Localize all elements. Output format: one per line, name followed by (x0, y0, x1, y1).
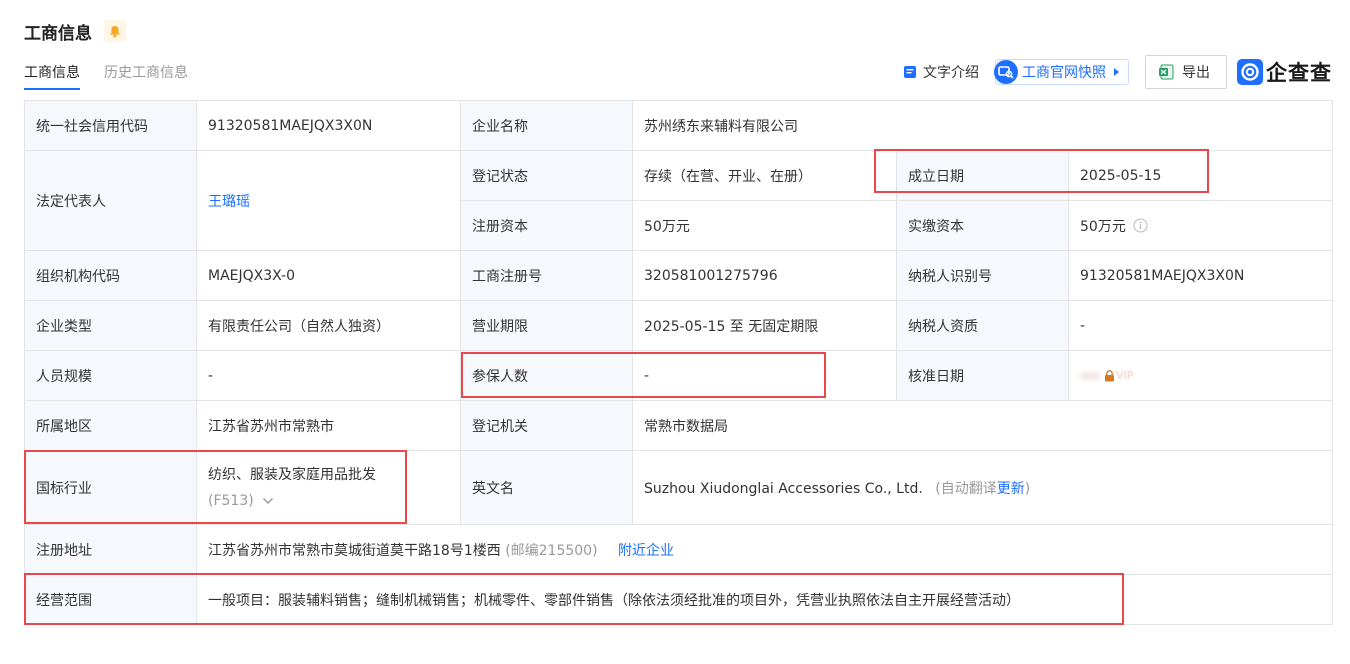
excel-icon (1159, 64, 1174, 80)
ent-type-value: 有限责任公司（自然人独资） (196, 300, 461, 351)
credit-code-value: 91320581MAEJQX3X0N (196, 100, 461, 151)
org-code-value: MAEJQX3X-0 (196, 250, 461, 301)
scope-label: 经营范围 (24, 574, 197, 625)
org-code-label: 组织机构代码 (24, 250, 197, 301)
toolbar: 文字介绍 工商官网快照 导出 企查查 (887, 55, 1332, 89)
taxpayer-id-label: 纳税人识别号 (896, 250, 1069, 301)
document-icon (904, 66, 916, 78)
industry-cell: 纺织、服装及家庭用品批发 (F513) (196, 450, 461, 525)
bell-icon[interactable] (104, 20, 126, 42)
reg-capital-label: 注册资本 (460, 200, 633, 251)
biz-term-label: 营业期限 (460, 300, 633, 351)
table-row: 组织机构代码 MAEJQX3X-0 工商注册号 320581001275796 … (24, 250, 1333, 301)
scope-value: 一般项目：服装辅料销售；缝制机械销售；机械零件、零部件销售（除依法须经批准的项目… (196, 574, 1333, 625)
tab-bar: 工商信息 历史工商信息 (24, 62, 212, 90)
paid-capital-value: 50万元 (1080, 218, 1126, 235)
table-row: 注册地址 江苏省苏州市常熟市莫城街道莫干路18号1楼西 (邮编215500) 附… (24, 524, 1333, 575)
chevron-down-icon (263, 497, 274, 504)
info-icon[interactable] (1133, 218, 1148, 233)
industry-code: (F513) (208, 492, 254, 509)
address-value: 江苏省苏州市常熟市莫城街道莫干路18号1楼西 (208, 542, 501, 559)
industry-label: 国标行业 (24, 450, 197, 525)
export-label: 导出 (1182, 65, 1210, 81)
taxpayer-qual-label: 纳税人资质 (896, 300, 1069, 351)
english-name-cell: Suzhou Xiudonglai Accessories Co., Ltd. … (632, 450, 1333, 525)
biz-term-value: 2025-05-15 至 无固定期限 (632, 300, 897, 351)
snapshot-label: 工商官网快照 (1022, 65, 1106, 81)
insured-value: - (632, 350, 897, 401)
page-title: 工商信息 (24, 23, 92, 44)
table-row: 经营范围 一般项目：服装辅料销售；缝制机械销售；机械零件、零部件销售（除依法须经… (24, 574, 1333, 625)
section-header: 工商信息 (24, 18, 126, 44)
english-name-value: Suzhou Xiudonglai Accessories Co., Ltd. (644, 480, 923, 497)
legal-rep-label: 法定代表人 (24, 150, 197, 251)
region-label: 所属地区 (24, 400, 197, 451)
biz-reg-no-label: 工商注册号 (460, 250, 633, 301)
region-value: 江苏省苏州市常熟市 (196, 400, 461, 451)
tab-history-business-info[interactable]: 历史工商信息 (104, 62, 188, 90)
vip-lock[interactable]: VIP (1080, 369, 1133, 382)
table-row: 统一社会信用代码 91320581MAEJQX3X0N 企业名称 苏州绣东来辅料… (24, 100, 1333, 151)
table-row: 企业类型 有限责任公司（自然人独资） 营业期限 2025-05-15 至 无固定… (24, 300, 1333, 351)
text-intro-button[interactable]: 文字介绍 (903, 62, 979, 82)
caret-right-icon (1114, 68, 1119, 76)
industry-value: 纺织、服装及家庭用品批发 (208, 466, 376, 483)
reg-authority-value: 常熟市数据局 (632, 400, 1333, 451)
vip-text: VIP (1116, 369, 1134, 382)
logo-text: 企查查 (1266, 61, 1332, 85)
legal-rep-cell: 王璐瑶 (196, 150, 461, 251)
found-date-value: 2025-05-15 (1068, 150, 1333, 201)
staff-size-label: 人员规模 (24, 350, 197, 401)
tab-business-info[interactable]: 工商信息 (24, 62, 80, 90)
reg-status-value: 存续（在营、开业、在册） (632, 150, 897, 201)
english-name-label: 英文名 (460, 450, 633, 525)
official-snapshot-button[interactable]: 工商官网快照 (994, 59, 1129, 85)
found-date-label: 成立日期 (896, 150, 1069, 201)
reg-capital-value: 50万元 (632, 200, 897, 251)
table-row: 国标行业 纺织、服装及家庭用品批发 (F513) 英文名 Suzhou Xiud… (24, 450, 1333, 525)
paid-capital-label: 实缴资本 (896, 200, 1069, 251)
table-row: 所属地区 江苏省苏州市常熟市 登记机关 常熟市数据局 (24, 400, 1333, 451)
company-name-label: 企业名称 (460, 100, 633, 151)
taxpayer-qual-value: - (1068, 300, 1333, 351)
qichacha-logo: 企查查 (1237, 57, 1332, 87)
update-translation-link[interactable]: 更新 (997, 481, 1025, 497)
auto-translate-note: (自动翻译更新) (935, 481, 1030, 497)
address-cell: 江苏省苏州市常熟市莫城街道莫干路18号1楼西 (邮编215500) 附近企业 (196, 524, 1333, 575)
snapshot-icon (994, 60, 1018, 84)
legal-rep-link[interactable]: 王璐瑶 (208, 194, 250, 210)
auto-translate-prefix: (自动翻译 (935, 480, 997, 497)
auto-translate-suffix: ) (1024, 480, 1031, 497)
nearby-companies-link[interactable]: 附近企业 (618, 543, 674, 559)
postcode: (邮编215500) (505, 542, 598, 559)
address-label: 注册地址 (24, 524, 197, 575)
qichacha-logo-icon (1237, 59, 1263, 85)
staff-size-value: - (196, 350, 461, 401)
approval-date-label: 核准日期 (896, 350, 1069, 401)
credit-code-label: 统一社会信用代码 (24, 100, 197, 151)
business-info-table: 统一社会信用代码 91320581MAEJQX3X0N 企业名称 苏州绣东来辅料… (24, 100, 1333, 625)
paid-capital-cell: 50万元 (1068, 200, 1333, 251)
export-button[interactable]: 导出 (1145, 55, 1227, 89)
ent-type-label: 企业类型 (24, 300, 197, 351)
reg-status-label: 登记状态 (460, 150, 633, 201)
approval-date-cell: VIP (1068, 350, 1333, 401)
insured-label: 参保人数 (460, 350, 633, 401)
table-row: 人员规模 - 参保人数 - 核准日期 VIP (24, 350, 1333, 401)
industry-code-toggle[interactable]: (F513) (208, 488, 449, 514)
lock-icon (1105, 369, 1114, 381)
biz-reg-no-value: 320581001275796 (632, 250, 897, 301)
company-name-value: 苏州绣东来辅料有限公司 (632, 100, 1333, 151)
table-row: 法定代表人 王璐瑶 登记状态 存续（在营、开业、在册） 成立日期 2025-05… (24, 150, 1333, 251)
taxpayer-id-value: 91320581MAEJQX3X0N (1068, 250, 1333, 301)
reg-authority-label: 登记机关 (460, 400, 633, 451)
text-intro-label: 文字介绍 (923, 65, 979, 81)
